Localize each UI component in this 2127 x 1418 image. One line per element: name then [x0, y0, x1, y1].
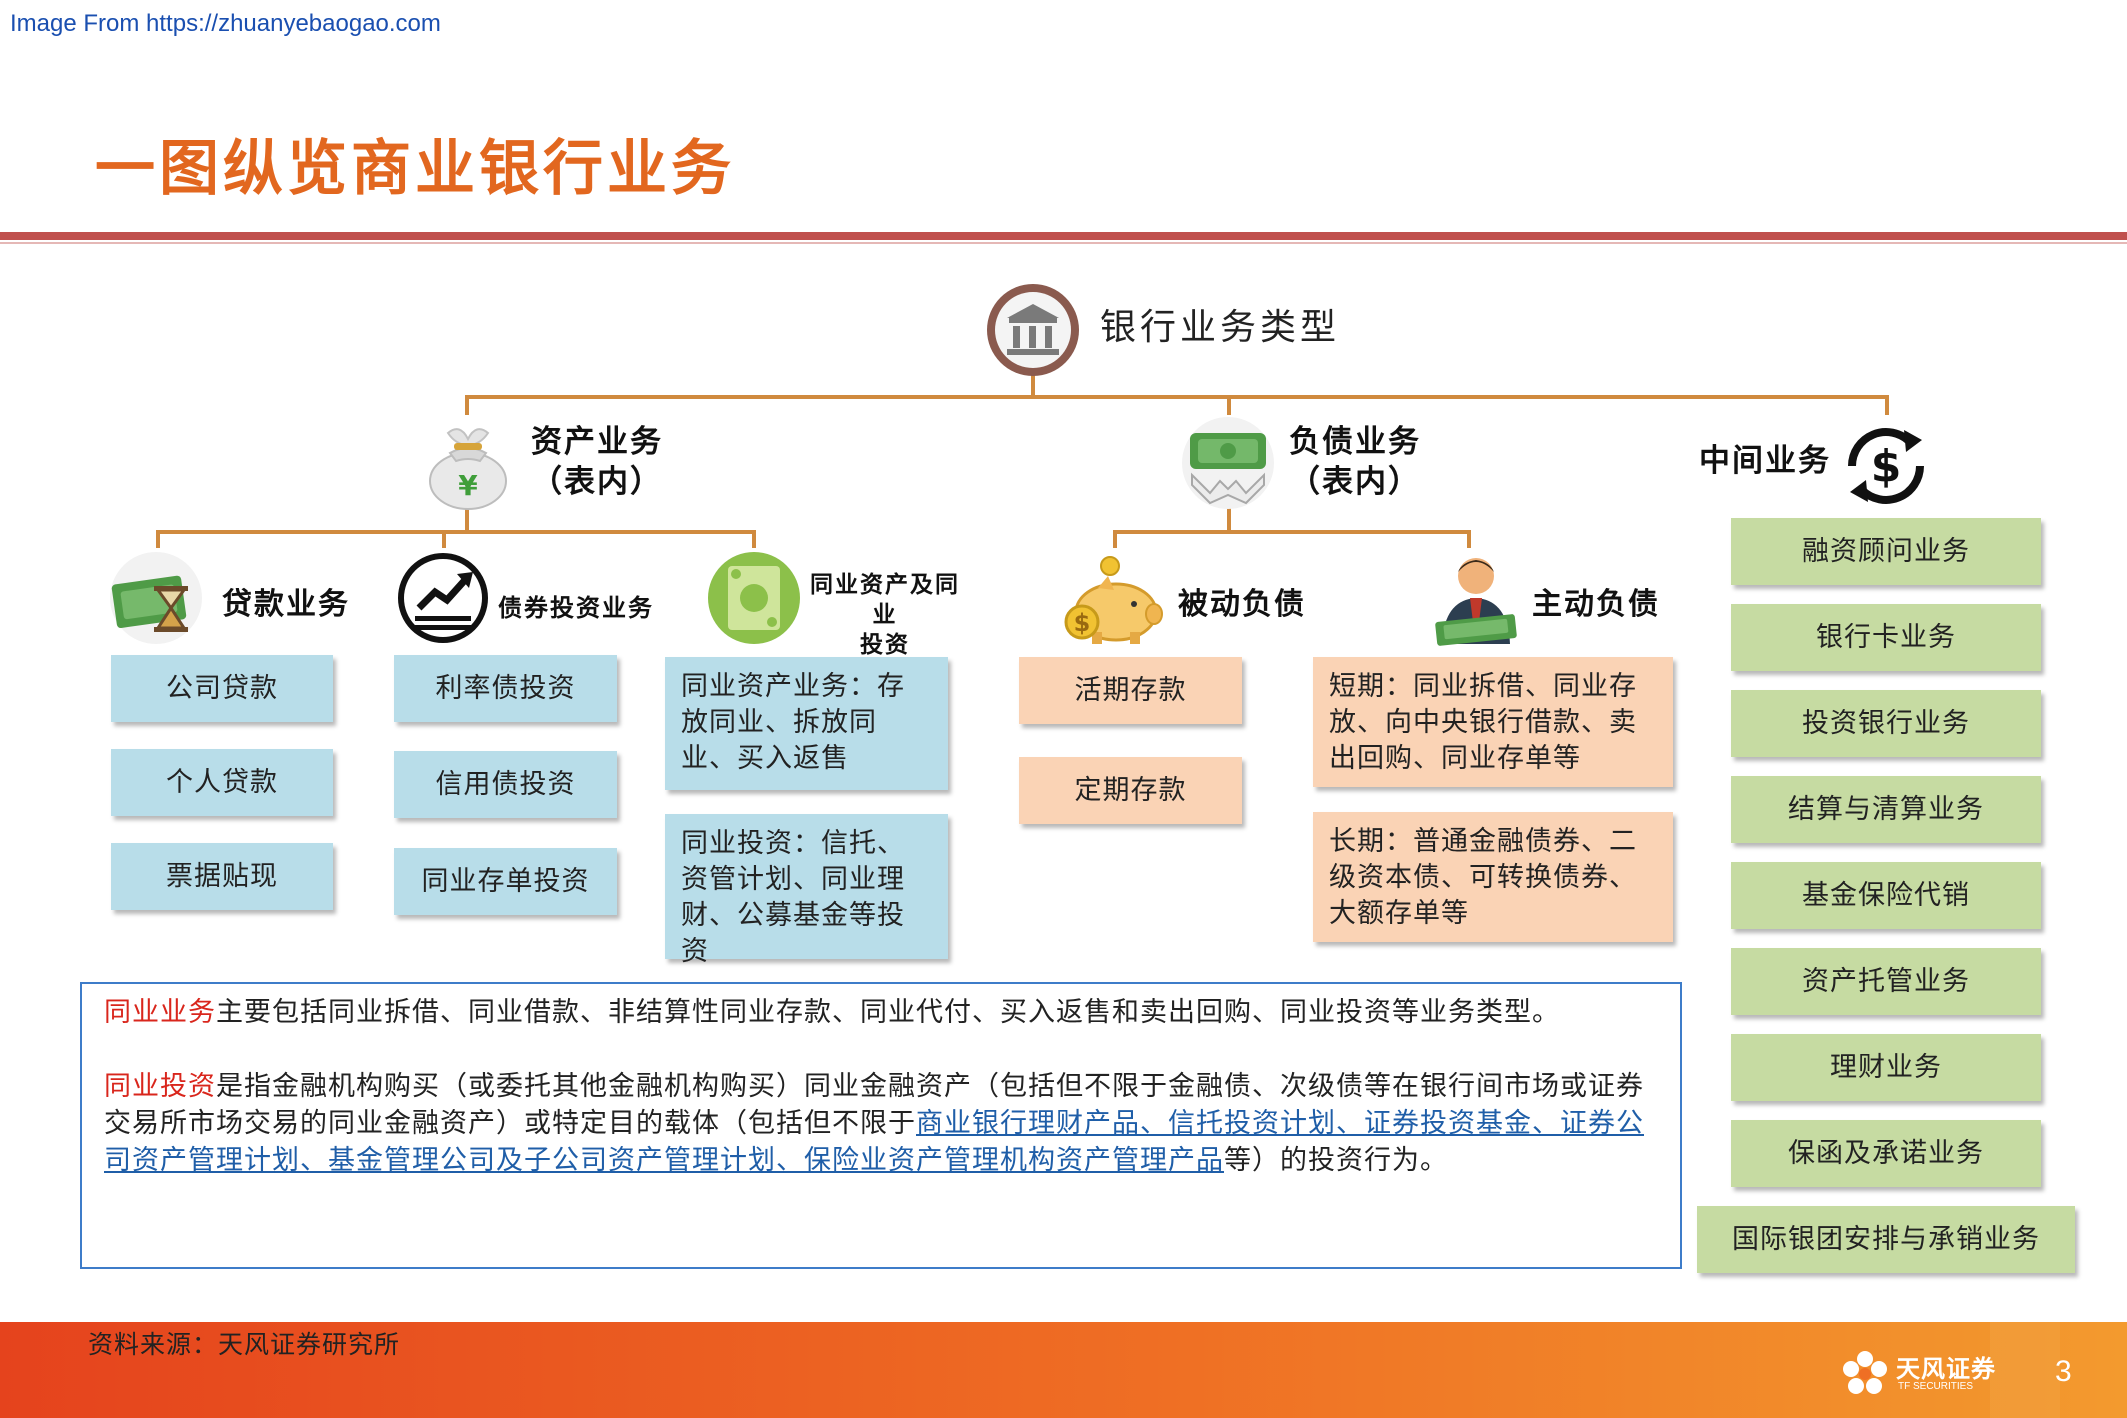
intermediate-item-agency: 基金保险代销: [1731, 862, 2041, 929]
svg-text:$: $: [1871, 441, 1902, 492]
note-term-1: 同业业务: [104, 997, 216, 1028]
source-link[interactable]: Image From https://zhuanyebaogao.com: [10, 10, 441, 38]
bond-chart-icon: [395, 550, 491, 646]
brand-name-en: TF SECURITIES: [1898, 1381, 1974, 1392]
intermediate-item-syndication: 国际银团安排与承销业务: [1697, 1206, 2075, 1273]
intermediate-item-card: 银行卡业务: [1731, 604, 2041, 671]
interbank-title: 同业资产及同业 投资: [810, 571, 960, 658]
money-bag-icon: ¥: [420, 415, 516, 511]
interbank-item-assets: 同业资产业务：存放同业、拆放同业、买入返售: [665, 657, 948, 790]
title-divider-shadow: [0, 242, 2127, 244]
liabilities-title: 负债业务 （表内）: [1289, 424, 1421, 500]
intermediate-item-settlement: 结算与清算业务: [1731, 776, 2041, 843]
cash-hourglass-icon: [108, 550, 204, 646]
page-number: 3: [2055, 1355, 2072, 1388]
brand-flower-icon: [1843, 1351, 1887, 1394]
note-paragraph-1: 同业业务主要包括同业拆借、同业借款、非结算性同业存款、同业代付、买入返售和卖出回…: [104, 997, 1560, 1028]
piggy-bank-icon: $: [1060, 552, 1164, 648]
assets-title: 资产业务 （表内）: [531, 424, 663, 500]
footer-source: 资料来源：天风证券研究所: [88, 1330, 401, 1359]
cash-icon: [706, 550, 802, 646]
interbank-item-investment: 同业投资：信托、资管计划、同业理财、公募基金等投资: [665, 814, 948, 967]
passive-liabilities-title: 被动负债: [1178, 587, 1306, 622]
bonds-title: 债券投资业务: [498, 593, 654, 622]
definition-note: 同业业务主要包括同业拆借、同业借款、非结算性同业存款、同业代付、买入返售和卖出回…: [80, 982, 1682, 1269]
businessman-icon: [1428, 550, 1524, 646]
active-item-short: 短期：同业拆借、同业存放、向中央银行借款、卖出回购、同业存单等: [1313, 657, 1673, 787]
loan-item-corporate: 公司贷款: [111, 655, 333, 722]
bank-icon: [985, 282, 1081, 378]
note-paragraph-2: 同业投资是指金融机构购买（或委托其他金融机构购买）同业金融资产（包括但不限于金融…: [104, 1071, 1644, 1176]
note-term-2: 同业投资: [104, 1071, 216, 1102]
page-title: 一图纵览商业银行业务: [95, 134, 735, 204]
dollar-cycle-icon: $: [1838, 418, 1934, 514]
passive-item-demand: 活期存款: [1019, 657, 1242, 724]
brand-name: 天风证券: [1896, 1355, 1996, 1383]
root-title: 银行业务类型: [1100, 307, 1341, 348]
svg-text:$: $: [1074, 609, 1091, 637]
intermediate-title: 中间业务: [1699, 443, 1831, 479]
loans-title: 贷款业务: [222, 587, 350, 622]
active-item-long: 长期：普通金融债券、二级资本债、可转换债券、大额存单等: [1313, 812, 1673, 942]
active-liabilities-title: 主动负债: [1532, 587, 1660, 622]
money-hands-icon: [1180, 415, 1276, 511]
bond-item-cd: 同业存单投资: [394, 848, 617, 915]
loan-item-discount: 票据贴现: [111, 843, 333, 910]
passive-item-term: 定期存款: [1019, 757, 1242, 824]
intermediate-item-custody: 资产托管业务: [1731, 948, 2041, 1015]
intermediate-item-financing: 融资顾问业务: [1731, 518, 2041, 585]
intermediate-item-guarantee: 保函及承诺业务: [1731, 1120, 2041, 1187]
title-divider: [0, 232, 2127, 240]
intermediate-item-wealth: 理财业务: [1731, 1034, 2041, 1101]
bond-item-rates: 利率债投资: [394, 655, 617, 722]
bond-item-credit: 信用债投资: [394, 751, 617, 818]
svg-text:¥: ¥: [458, 469, 478, 502]
loan-item-personal: 个人贷款: [111, 749, 333, 816]
intermediate-item-ib: 投资银行业务: [1731, 690, 2041, 757]
